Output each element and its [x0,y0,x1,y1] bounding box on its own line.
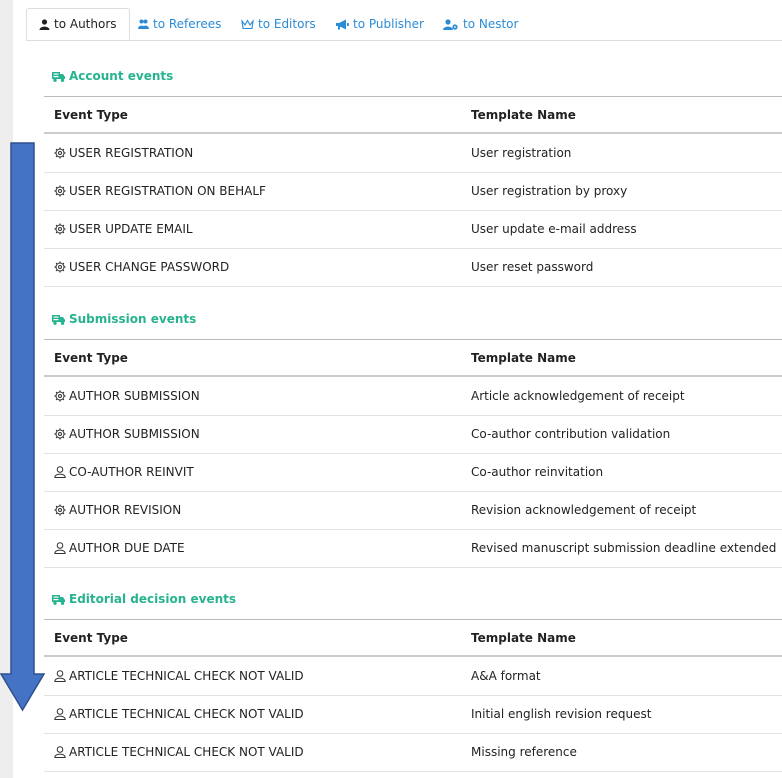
down-arrow-annotation [0,142,46,712]
column-header-event-type: Event Type [54,108,128,122]
column-header-template-name: Template Name [471,351,576,365]
section-title-account-events: Account events [52,69,173,83]
table-row[interactable]: ARTICLE TECHNICAL CHECK NOT VALID A&A fo… [44,658,782,696]
template-name: Article acknowledgement of receipt [471,389,685,403]
truck-icon [52,71,65,82]
tab-label: to Editors [258,17,316,31]
event-type: AUTHOR SUBMISSION [69,427,200,441]
table-row[interactable]: USER REGISTRATION User registration [44,135,782,173]
person-icon [54,670,66,682]
table-header: Event Type Template Name [44,619,782,657]
table-row[interactable]: AUTHOR SUBMISSION Article acknowledgemen… [44,378,782,416]
gear-icon [54,147,66,159]
person-icon [54,466,66,478]
person-icon [54,746,66,758]
template-name: Missing reference [471,745,577,759]
table-row[interactable]: CO-AUTHOR REINVIT Co-author reinvitation [44,454,782,492]
tab-label: to Authors [54,17,117,31]
tab-bar: to Authors to Referees to Editors to Pub… [26,8,782,41]
person-icon [54,542,66,554]
event-type: AUTHOR SUBMISSION [69,389,200,403]
table-row[interactable]: ARTICLE TECHNICAL CHECK NOT VALID Initia… [44,696,782,734]
table-header: Event Type Template Name [44,339,782,377]
tab-label: to Nestor [463,17,519,31]
event-type: USER CHANGE PASSWORD [69,260,230,274]
truck-icon [52,314,65,325]
user-gear-icon [443,18,458,30]
gear-icon [54,504,66,516]
table-row[interactable]: USER REGISTRATION ON BEHALF User registr… [44,173,782,211]
tab-to-publisher[interactable]: to Publisher [335,8,424,40]
person-icon [54,708,66,720]
template-name: A&A format [471,669,541,683]
tab-to-authors[interactable]: to Authors [26,8,130,40]
column-header-event-type: Event Type [54,631,128,645]
table-row[interactable]: AUTHOR REVISION Revision acknowledgement… [44,492,782,530]
table-row[interactable]: USER UPDATE EMAIL User update e-mail add… [44,211,782,249]
crown-icon [241,18,254,29]
truck-icon [52,594,65,605]
event-type: AUTHOR DUE DATE [69,541,185,555]
template-name: Initial english revision request [471,707,652,721]
event-type: USER REGISTRATION ON BEHALF [69,184,266,198]
template-name: User reset password [471,260,594,274]
tab-to-editors[interactable]: to Editors [241,8,316,40]
megaphone-icon [336,19,349,29]
table-row[interactable]: AUTHOR DUE DATE Revised manuscript submi… [44,530,782,568]
users-icon [138,19,149,29]
event-type: ARTICLE TECHNICAL CHECK NOT VALID [69,669,304,683]
gear-icon [54,261,66,273]
event-type: USER REGISTRATION [69,146,194,160]
gear-icon [54,428,66,440]
template-name: Co-author contribution validation [471,427,671,441]
template-name: Co-author reinvitation [471,465,604,479]
column-header-template-name: Template Name [471,108,576,122]
section-title-submission-events: Submission events [52,312,196,326]
template-name: Revision acknowledgement of receipt [471,503,697,517]
tab-label: to Publisher [353,17,424,31]
template-name: User registration [471,146,572,160]
table-row[interactable]: AUTHOR SUBMISSION Co-author contribution… [44,416,782,454]
column-header-template-name: Template Name [471,631,576,645]
event-type: ARTICLE TECHNICAL CHECK NOT VALID [69,745,304,759]
template-name: Revised manuscript submission deadline e… [471,541,777,555]
tab-to-referees[interactable]: to Referees [138,8,221,40]
table-row[interactable]: ARTICLE TECHNICAL CHECK NOT VALID Missin… [44,734,782,772]
template-name: User registration by proxy [471,184,628,198]
column-header-event-type: Event Type [54,351,128,365]
event-type: ARTICLE TECHNICAL CHECK NOT VALID [69,707,304,721]
section-title-editorial-decision-events: Editorial decision events [52,592,236,606]
gear-icon [54,223,66,235]
event-type: AUTHOR REVISION [69,503,182,517]
tab-to-nestor[interactable]: to Nestor [443,8,518,40]
gear-icon [54,390,66,402]
table-header: Event Type Template Name [44,96,782,134]
tab-label: to Referees [153,17,222,31]
user-icon [39,18,50,30]
gear-icon [54,185,66,197]
table-row[interactable]: USER CHANGE PASSWORD User reset password [44,249,782,287]
event-type: CO-AUTHOR REINVIT [69,465,194,479]
event-type: USER UPDATE EMAIL [69,222,193,236]
template-name: User update e-mail address [471,222,637,236]
